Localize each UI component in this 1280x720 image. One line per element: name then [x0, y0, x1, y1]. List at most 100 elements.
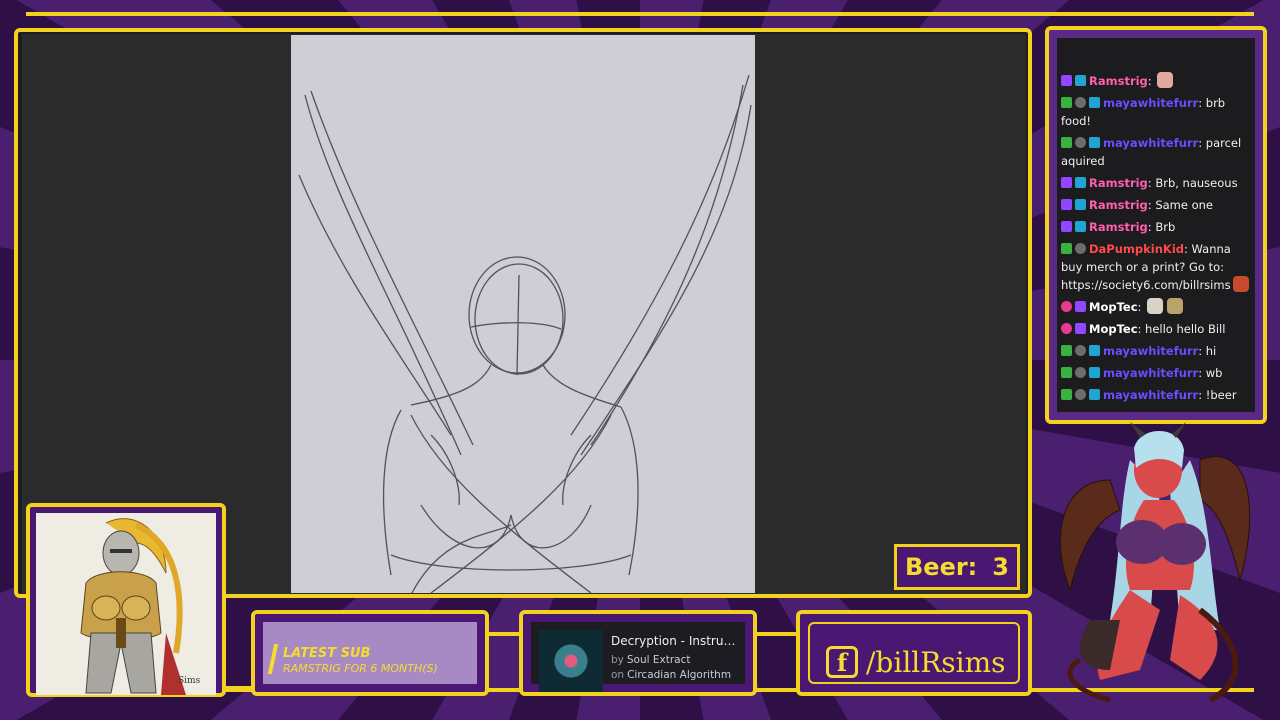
emote-icon — [1157, 72, 1174, 88]
featured-artwork: Sims — [36, 513, 216, 695]
sub-badge-icon — [1075, 323, 1086, 334]
sub-badge-icon — [1061, 199, 1072, 210]
chat-username[interactable]: Ramstrig — [1089, 74, 1148, 88]
chat-separator: : — [1198, 366, 1206, 380]
tool-badge-icon — [1075, 137, 1086, 148]
chat-message: Ramstrig: Same one — [1061, 196, 1252, 214]
connector-line — [224, 686, 254, 690]
chat-message: MopTec: hello hello Bill — [1061, 320, 1252, 338]
song-title: Decryption - Instrumen... — [611, 634, 747, 648]
chat-separator: : — [1198, 388, 1206, 402]
mod-badge-icon — [1061, 97, 1072, 108]
latest-sub-panel: LATEST SUB RAMSTRIG FOR 6 MONTH(S) — [263, 622, 477, 684]
chat-panel: Ramstrig: mayawhitefurr: brb food! mayawh… — [1045, 26, 1267, 424]
sub-badge-icon — [1061, 177, 1072, 188]
chat-text: Brb — [1155, 220, 1176, 234]
chat-separator: : — [1137, 322, 1146, 336]
sub-badge-icon — [1061, 75, 1072, 86]
connector-line — [755, 632, 798, 636]
prime-badge-icon — [1075, 221, 1086, 232]
knight-artwork-image: Sims — [80, 518, 201, 695]
chat-scroll-area[interactable]: Ramstrig: mayawhitefurr: brb food! mayawh… — [1057, 38, 1255, 412]
prime-badge-icon — [1075, 199, 1086, 210]
top-border-rule — [26, 12, 1254, 16]
chat-message: mayawhitefurr: wb — [1061, 364, 1252, 382]
chat-username[interactable]: MopTec — [1089, 300, 1138, 314]
latest-sub-widget: LATEST SUB RAMSTRIG FOR 6 MONTH(S) — [251, 610, 489, 696]
beer-label: Beer: — [905, 553, 978, 581]
tool-badge-icon — [1075, 97, 1086, 108]
sketch-canvas — [291, 35, 755, 593]
chat-separator: : — [1147, 74, 1156, 88]
mod-badge-icon — [1061, 345, 1072, 356]
chat-text: Brb, nauseous — [1155, 176, 1238, 190]
tool-badge-icon — [1075, 367, 1086, 378]
tool-badge-icon — [1075, 243, 1086, 254]
chat-username[interactable]: Ramstrig — [1089, 176, 1148, 190]
sub-badge-icon — [1075, 301, 1086, 312]
prime-badge-icon — [1089, 137, 1100, 148]
tool-badge-icon — [1075, 389, 1086, 400]
latest-sub-detail: RAMSTRIG FOR 6 MONTH(S) — [283, 662, 438, 675]
chat-username[interactable]: Ramstrig — [1089, 220, 1148, 234]
emote-icon — [1167, 298, 1184, 314]
prime-badge-icon — [1089, 345, 1100, 356]
by-label: by — [611, 654, 624, 666]
connector-line — [487, 632, 521, 636]
chat-text: hi — [1205, 344, 1217, 358]
chat-separator: : — [1198, 344, 1206, 358]
chat-message: Ramstrig: Brb — [1061, 218, 1252, 236]
song-artist-line: by Soul Extract — [611, 654, 691, 666]
prime-badge-icon — [1075, 75, 1086, 86]
chat-text: hello hello Bill — [1145, 322, 1226, 336]
chat-message: Ramstrig: — [1061, 72, 1252, 90]
chat-username[interactable]: DaPumpkinKid — [1089, 242, 1184, 256]
now-playing-widget: Decryption - Instrumen... by Soul Extract… — [519, 610, 757, 696]
song-artist: Soul Extract — [626, 654, 691, 666]
featured-artwork-frame: Sims — [26, 503, 226, 697]
prime-badge-icon — [1075, 177, 1086, 188]
chat-separator: : — [1198, 96, 1206, 110]
facebook-handle: /billRsims — [866, 646, 1006, 679]
tool-badge-icon — [1075, 345, 1086, 356]
chat-username[interactable]: Ramstrig — [1089, 198, 1148, 212]
chat-separator: : — [1137, 300, 1146, 314]
prime-badge-icon — [1089, 97, 1100, 108]
chat-username[interactable]: mayawhitefurr — [1103, 388, 1198, 402]
latest-sub-accent-bar — [267, 644, 279, 674]
chat-text: !beer — [1205, 388, 1237, 402]
song-album-line: on Circadian Algorithm — [611, 669, 731, 681]
chat-text: Same one — [1155, 198, 1214, 212]
sub-badge-icon — [1061, 221, 1072, 232]
chat-text: wb — [1205, 366, 1223, 380]
chat-message: mayawhitefurr: !beer — [1061, 386, 1252, 404]
song-album: Circadian Algorithm — [627, 669, 732, 681]
chat-message: Ramstrig: Brb, nauseous — [1061, 174, 1252, 192]
mod-badge-icon — [1061, 367, 1072, 378]
chat-message: mayawhitefurr: parcel aquired — [1061, 134, 1252, 170]
beer-count: 3 — [992, 553, 1009, 581]
chat-username[interactable]: mayawhitefurr — [1103, 366, 1198, 380]
beer-counter: Beer: 3 — [894, 544, 1020, 590]
chat-message-list: Ramstrig: mayawhitefurr: brb food! mayawh… — [1061, 72, 1252, 408]
facebook-panel: f /billRsims — [808, 622, 1020, 684]
chat-username[interactable]: MopTec — [1089, 322, 1138, 336]
latest-sub-title: LATEST SUB — [283, 646, 371, 661]
on-label: on — [611, 669, 625, 681]
chat-username[interactable]: mayawhitefurr — [1103, 96, 1198, 110]
emote-icon — [1232, 276, 1249, 292]
facebook-widget: f /billRsims — [796, 610, 1032, 696]
album-cover — [539, 630, 603, 692]
prime-badge-icon — [1089, 367, 1100, 378]
chat-username[interactable]: mayawhitefurr — [1103, 136, 1198, 150]
emote-icon — [1147, 298, 1164, 314]
chat-separator: : — [1184, 242, 1192, 256]
chat-message: mayawhitefurr: hi — [1061, 342, 1252, 360]
sketch-drawing — [298, 74, 752, 593]
now-playing-panel: Decryption - Instrumen... by Soul Extract… — [531, 622, 747, 692]
chat-message: MopTec: — [1061, 298, 1252, 316]
chat-message: mayawhitefurr: brb food! — [1061, 94, 1252, 130]
demon-mascot-illustration — [1059, 422, 1251, 703]
chat-username[interactable]: mayawhitefurr — [1103, 344, 1198, 358]
facebook-icon: f — [826, 646, 858, 678]
